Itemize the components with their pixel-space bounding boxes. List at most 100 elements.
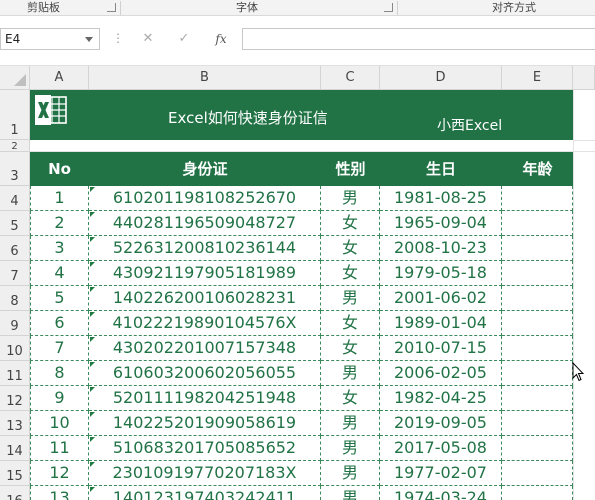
cell-no[interactable]: 1 xyxy=(30,186,89,211)
cell-birthday[interactable]: 2019-09-05 xyxy=(380,411,502,436)
chevron-down-icon[interactable] xyxy=(85,37,93,42)
cell-birthday[interactable]: 2001-06-02 xyxy=(380,286,502,311)
cell-age[interactable] xyxy=(502,461,573,486)
worksheet-grid[interactable]: A B C D E 1 2 3 4 5 6 7 8 9 10 11 12 13 … xyxy=(0,66,595,500)
more-options-icon[interactable]: ⋮ xyxy=(112,31,124,45)
cell-id-card[interactable]: 140226200106028231 xyxy=(89,286,321,311)
cell-gender[interactable]: 女 xyxy=(321,336,380,361)
font-launcher-icon[interactable] xyxy=(384,3,393,12)
column-header-e[interactable]: E xyxy=(502,66,573,90)
cell-birthday[interactable]: 1989-01-04 xyxy=(380,311,502,336)
column-header-a[interactable]: A xyxy=(30,66,89,90)
cell-birthday[interactable]: 1977-02-07 xyxy=(380,461,502,486)
cell-age[interactable] xyxy=(502,436,573,461)
enter-icon[interactable]: ✓ xyxy=(176,31,192,47)
cell-no[interactable]: 3 xyxy=(30,236,89,261)
cell-no[interactable]: 9 xyxy=(30,386,89,411)
cell-no[interactable]: 12 xyxy=(30,461,89,486)
cell-no[interactable]: 5 xyxy=(30,286,89,311)
cell-gender[interactable]: 男 xyxy=(321,411,380,436)
cell-birthday[interactable]: 1965-09-04 xyxy=(380,211,502,236)
cell-no[interactable]: 10 xyxy=(30,411,89,436)
row-header[interactable]: 7 xyxy=(0,261,30,286)
header-gender[interactable]: 性别 xyxy=(321,152,380,186)
cell-age[interactable] xyxy=(502,361,573,386)
cell-birthday[interactable]: 2006-02-05 xyxy=(380,361,502,386)
title-banner[interactable]: Excel如何快速身份证信 小西Excel xyxy=(30,90,573,140)
row-header[interactable]: 8 xyxy=(0,286,30,311)
cell-id-card[interactable]: 23010919770207183X xyxy=(89,461,321,486)
cell-age[interactable] xyxy=(502,311,573,336)
row-header[interactable]: 9 xyxy=(0,311,30,336)
cell-birthday[interactable]: 2010-07-15 xyxy=(380,336,502,361)
cell-gender[interactable]: 男 xyxy=(321,286,380,311)
header-no[interactable]: No xyxy=(30,152,89,186)
row-header[interactable]: 11 xyxy=(0,361,30,386)
cell-age[interactable] xyxy=(502,211,573,236)
cell-id-card[interactable]: 610603200602056055 xyxy=(89,361,321,386)
ribbon-group-alignment[interactable]: 对齐方式 xyxy=(492,0,536,16)
row-header[interactable]: 6 xyxy=(0,236,30,261)
cell-birthday[interactable]: 1982-04-25 xyxy=(380,386,502,411)
ribbon-group-clipboard[interactable]: 剪贴板 xyxy=(27,0,60,16)
cell-no[interactable]: 13 xyxy=(30,486,89,500)
header-age[interactable]: 年龄 xyxy=(502,152,573,186)
cell-id-card[interactable]: 520111198204251948 xyxy=(89,386,321,411)
column-header-d[interactable]: D xyxy=(380,66,502,90)
cell-age[interactable] xyxy=(502,336,573,361)
row-header[interactable]: 5 xyxy=(0,211,30,236)
cell-gender[interactable]: 女 xyxy=(321,236,380,261)
cell-gender[interactable]: 女 xyxy=(321,261,380,286)
cell-no[interactable]: 11 xyxy=(30,436,89,461)
row-header[interactable]: 15 xyxy=(0,461,30,486)
cell-birthday[interactable]: 2017-05-08 xyxy=(380,436,502,461)
row-header[interactable]: 1 xyxy=(0,90,30,140)
name-box[interactable]: E4 xyxy=(0,28,100,50)
cell-id-card[interactable]: 41022219890104576X xyxy=(89,311,321,336)
header-birthday[interactable]: 生日 xyxy=(380,152,502,186)
column-header-b[interactable]: B xyxy=(89,66,321,90)
column-header-f[interactable] xyxy=(573,66,595,90)
cell-age[interactable] xyxy=(502,236,573,261)
cell-birthday[interactable]: 2008-10-23 xyxy=(380,236,502,261)
header-id-card[interactable]: 身份证 xyxy=(89,152,321,186)
cell-no[interactable]: 6 xyxy=(30,311,89,336)
cell-gender[interactable]: 男 xyxy=(321,186,380,211)
cell-no[interactable]: 2 xyxy=(30,211,89,236)
row-header[interactable]: 12 xyxy=(0,386,30,411)
formula-input[interactable] xyxy=(242,28,595,50)
row-header[interactable]: 14 xyxy=(0,436,30,461)
cell-no[interactable]: 4 xyxy=(30,261,89,286)
cell-gender[interactable]: 男 xyxy=(321,361,380,386)
cell-gender[interactable]: 男 xyxy=(321,486,380,500)
row-header[interactable]: 13 xyxy=(0,411,30,436)
row-header[interactable]: 2 xyxy=(0,140,30,152)
cell-age[interactable] xyxy=(502,486,573,500)
cell-id-card[interactable]: 522631200810236144 xyxy=(89,236,321,261)
row-header[interactable]: 4 xyxy=(0,186,30,211)
select-all-corner[interactable] xyxy=(0,66,30,90)
ribbon-group-font[interactable]: 字体 xyxy=(236,0,258,16)
cell-birthday[interactable]: 1981-08-25 xyxy=(380,186,502,211)
row-header[interactable]: 16 xyxy=(0,486,30,500)
cell-id-card[interactable]: 430921197905181989 xyxy=(89,261,321,286)
cell-age[interactable] xyxy=(502,186,573,211)
row-header[interactable]: 3 xyxy=(0,152,30,186)
column-header-c[interactable]: C xyxy=(321,66,380,90)
cell-gender[interactable]: 男 xyxy=(321,436,380,461)
cell-gender[interactable]: 男 xyxy=(321,461,380,486)
cell-no[interactable]: 8 xyxy=(30,361,89,386)
cell-id-card[interactable]: 430202201007157348 xyxy=(89,336,321,361)
cell-gender[interactable]: 女 xyxy=(321,211,380,236)
insert-function-icon[interactable]: fx xyxy=(212,31,230,47)
cell-id-card[interactable]: 510683201705085652 xyxy=(89,436,321,461)
cell-id-card[interactable]: 140123197403242411 xyxy=(89,486,321,500)
cell-gender[interactable]: 女 xyxy=(321,386,380,411)
row-header[interactable]: 10 xyxy=(0,336,30,361)
cell-no[interactable]: 7 xyxy=(30,336,89,361)
clipboard-launcher-icon[interactable] xyxy=(107,3,116,12)
cell-age[interactable] xyxy=(502,386,573,411)
cell-id-card[interactable]: 140225201909058619 xyxy=(89,411,321,436)
cell-birthday[interactable]: 1979-05-18 xyxy=(380,261,502,286)
cell-age[interactable] xyxy=(502,286,573,311)
